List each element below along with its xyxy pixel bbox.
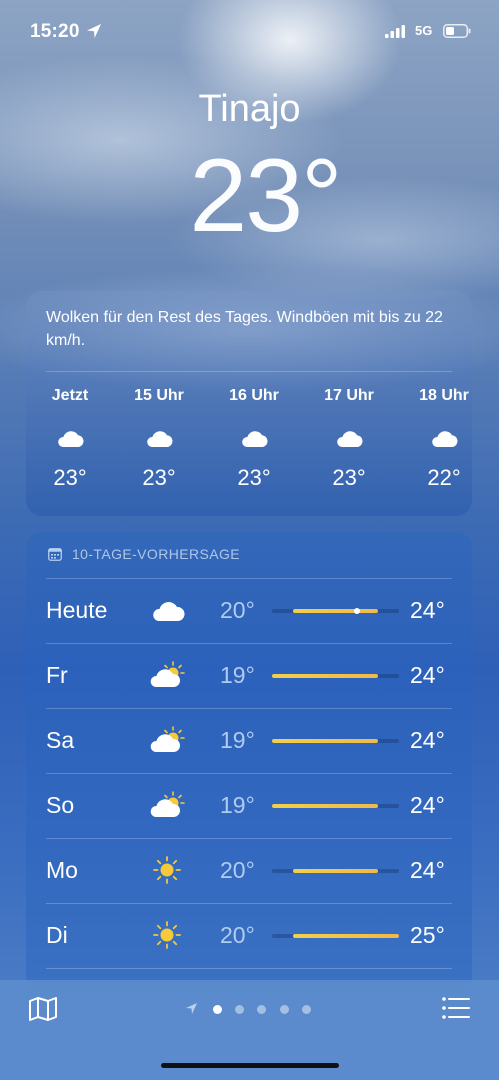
forecast-low: 19° — [220, 662, 255, 688]
forecast-day: Fr — [46, 662, 68, 688]
partly-sunny-icon — [150, 791, 185, 817]
forecast-row[interactable]: So 19° 24° — [26, 774, 472, 838]
forecast-header-label: 10-TAGE-VORHERSAGE — [72, 546, 240, 562]
temperature-range-fill — [293, 609, 378, 613]
forecast-high: 24° — [410, 792, 445, 818]
city-name: Tinajo — [198, 88, 301, 130]
status-bar: 15:20 5G — [0, 0, 499, 64]
status-time: 15:20 — [30, 21, 80, 42]
temperature-range-bar — [272, 804, 399, 808]
current-temperature: 23° — [189, 138, 342, 254]
forecast-row[interactable]: Sa 19° 24° — [26, 709, 472, 773]
forecast-high: 25° — [410, 922, 445, 948]
hour-label: 16 Uhr — [229, 387, 279, 404]
network-type: 5G — [415, 23, 433, 38]
current-temp-marker — [353, 608, 360, 614]
sun-icon — [153, 921, 181, 949]
forecast-row[interactable]: Di 20° 25° — [26, 904, 472, 968]
temperature-range-bar — [272, 608, 399, 614]
cloud-icon — [58, 431, 84, 447]
sun-icon — [153, 856, 181, 884]
battery-icon — [443, 24, 471, 38]
hour-item[interactable]: 16 Uhr 23° — [214, 387, 294, 491]
cloud-icon — [337, 431, 363, 447]
forecast-row[interactable]: Mo 20° 24° — [26, 839, 472, 903]
forecast-high: 24° — [410, 727, 445, 753]
divider — [46, 371, 452, 372]
hour-item[interactable]: 17 Uhr 23° — [309, 387, 389, 491]
temperature-range-bar — [272, 674, 399, 678]
temperature-range-fill — [272, 804, 378, 808]
hour-item[interactable]: 15 Uhr 23° — [119, 387, 199, 491]
cloud-icon — [153, 602, 185, 621]
temperature-range-bar — [272, 934, 399, 938]
hour-label: 17 Uhr — [324, 387, 374, 404]
forecast-low: 20° — [220, 857, 255, 883]
forecast-day: Mo — [46, 857, 78, 883]
forecast-day: So — [46, 792, 75, 818]
hour-temp: 22° — [427, 465, 461, 490]
forecast-low: 20° — [220, 922, 255, 948]
location-arrow-icon — [87, 24, 101, 38]
page-dot[interactable] — [235, 1005, 244, 1014]
temperature-range-fill — [293, 934, 399, 938]
ten-day-forecast-card[interactable]: 10-TAGE-VORHERSAGE Heute 20° 24° Fr 19° … — [26, 532, 472, 992]
forecast-low: 19° — [220, 727, 255, 753]
forecast-low: 19° — [220, 792, 255, 818]
home-indicator — [161, 1063, 339, 1068]
divider — [46, 968, 452, 969]
hour-item[interactable]: Jetzt 23° — [30, 387, 110, 491]
cloud-icon — [242, 431, 268, 447]
hour-label: 18 Uhr — [419, 387, 469, 404]
location-arrow-icon — [186, 1003, 197, 1014]
hour-item[interactable]: 18 Uhr 22° — [404, 387, 484, 491]
map-icon[interactable] — [28, 996, 58, 1022]
page-dot[interactable] — [257, 1005, 266, 1014]
hour-label: 15 Uhr — [134, 387, 184, 404]
forecast-high: 24° — [410, 662, 445, 688]
hour-label: Jetzt — [51, 387, 89, 404]
calendar-icon — [48, 548, 62, 561]
weather-summary: Wolken für den Rest des Tages. Windböen … — [46, 309, 443, 349]
temperature-range-fill — [272, 674, 378, 678]
forecast-low: 20° — [220, 597, 255, 623]
forecast-day: Sa — [46, 727, 75, 753]
hour-temp: 23° — [53, 465, 87, 490]
hour-temp: 23° — [237, 465, 271, 490]
temperature-range-bar — [272, 739, 399, 743]
forecast-high: 24° — [410, 857, 445, 883]
cloud-icon — [147, 431, 173, 447]
temperature-range-bar — [272, 869, 399, 873]
page-dot[interactable] — [280, 1005, 289, 1014]
forecast-day: Heute — [46, 597, 108, 623]
partly-sunny-icon — [150, 726, 185, 752]
page-dot[interactable] — [302, 1005, 311, 1014]
forecast-row[interactable]: Heute 20° 24° — [26, 579, 472, 643]
page-dot[interactable] — [213, 1005, 222, 1014]
cloud-icon — [432, 431, 458, 447]
list-icon[interactable] — [441, 996, 471, 1020]
hourly-forecast-card[interactable]: Wolken für den Rest des Tages. Windböen … — [26, 291, 472, 516]
partly-sunny-icon — [150, 661, 185, 687]
hour-temp: 23° — [332, 465, 366, 490]
hour-temp: 23° — [142, 465, 176, 490]
forecast-day: Di — [46, 922, 68, 948]
signal-icon — [385, 25, 405, 38]
forecast-row[interactable]: Fr 19° 24° — [26, 644, 472, 708]
temperature-range-fill — [272, 739, 378, 743]
forecast-high: 24° — [410, 597, 445, 623]
temperature-range-fill — [293, 869, 378, 873]
